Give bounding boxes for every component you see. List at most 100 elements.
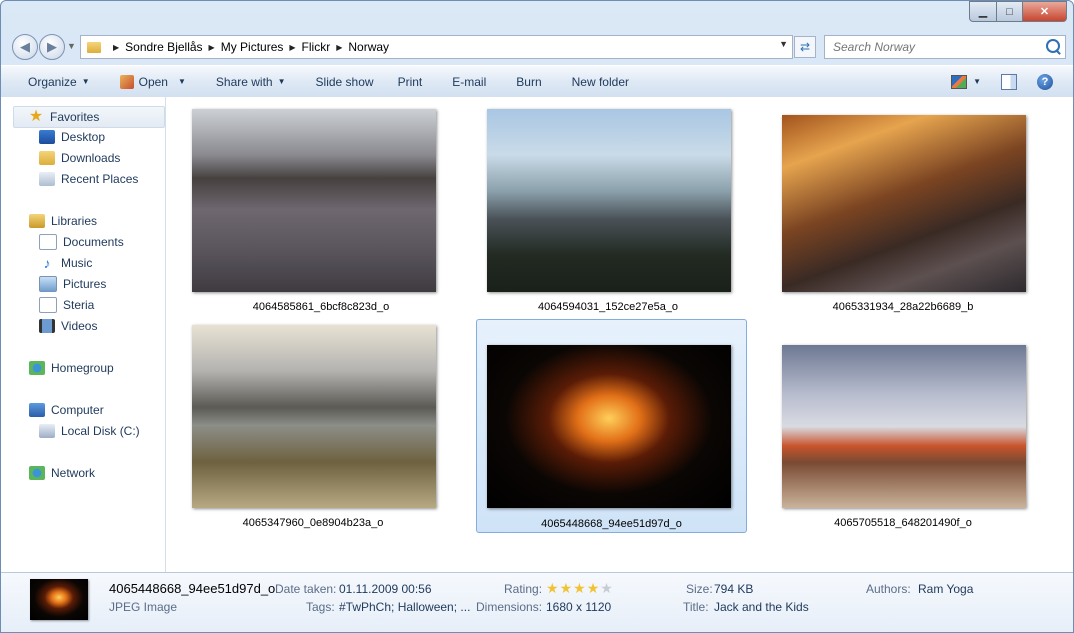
address-dropdown[interactable]: ▼	[779, 39, 788, 49]
nav-label: Steria	[63, 298, 95, 312]
rating-label: Rating:	[504, 582, 543, 596]
nav-item-network[interactable]: Network	[29, 463, 95, 483]
minimize-button[interactable]: ▁	[969, 1, 997, 22]
command-bar: Organize ▼ Open ▼ Share with ▼ Slide show P…	[1, 65, 1073, 98]
rating-star-icon[interactable]: ★	[546, 581, 559, 595]
nav-item-steria[interactable]: Steria	[39, 295, 94, 315]
nav-item-libraries[interactable]: Libraries	[29, 211, 97, 231]
email-button[interactable]: E-mail	[434, 70, 498, 94]
tags-label: Tags:	[306, 600, 335, 614]
hard-disk-icon	[39, 424, 55, 438]
share-with-button[interactable]: Share with ▼	[198, 70, 298, 94]
address-bar[interactable]: ▶ Sondre Bjellås ▶ My Pictures ▶ Flickr ▶ No…	[80, 35, 793, 59]
search-input[interactable]	[831, 39, 1045, 55]
chevron-right-icon: ▶	[336, 42, 343, 52]
change-view-icon[interactable]	[951, 74, 968, 89]
file-tile[interactable]: 4065705518_648201490f_o	[770, 319, 1036, 533]
refresh-button[interactable]: ⇄	[794, 36, 816, 58]
rating-star-icon[interactable]: ★	[587, 581, 600, 595]
forward-button[interactable]: ▶	[39, 34, 65, 60]
title-value[interactable]: Jack and the Kids	[714, 600, 809, 614]
close-button[interactable]: ✕	[1023, 1, 1067, 22]
chevron-down-icon: ▼	[277, 77, 286, 86]
tags-value[interactable]: #TwPhCh; Halloween; ...	[339, 600, 470, 614]
breadcrumb-norway[interactable]: ▶ Norway	[330, 40, 389, 54]
nav-item-recent-places[interactable]: Recent Places	[39, 169, 138, 189]
address-row: ◀ ▶ ▼ ▶ Sondre Bjellås ▶ My Pictures ▶ Flic…	[1, 31, 1073, 63]
caption-buttons: ▁ □ ✕	[969, 1, 1067, 22]
chevron-down-icon: ▼	[177, 77, 186, 86]
rating-star-icon[interactable]: ★	[600, 581, 613, 595]
maximize-button[interactable]: □	[997, 1, 1023, 22]
search-icon[interactable]	[1046, 39, 1060, 53]
forward-arrow-icon: ▶	[47, 39, 57, 54]
file-tile[interactable]: 4064585861_6bcf8c823d_o	[180, 103, 462, 317]
nav-item-music[interactable]: ♪ Music	[39, 253, 93, 273]
help-icon[interactable]: ?	[1037, 73, 1053, 90]
chevron-down-icon[interactable]: ▼	[973, 77, 981, 86]
nav-item-local-disk[interactable]: Local Disk (C:)	[39, 421, 140, 441]
homegroup-icon	[29, 361, 45, 375]
title-label: Title:	[683, 600, 709, 614]
rating-star-icon[interactable]: ★	[573, 581, 586, 595]
share-with-label: Share with	[215, 74, 273, 89]
file-thumbnail	[487, 345, 731, 508]
nav-item-desktop[interactable]: Desktop	[39, 127, 105, 147]
open-label: Open	[138, 74, 168, 89]
nav-item-videos[interactable]: Videos	[39, 316, 97, 336]
new-folder-button[interactable]: New folder	[554, 70, 641, 94]
star-icon: ★	[28, 108, 44, 125]
nav-item-favorites[interactable]: ★ Favorites	[13, 106, 165, 128]
breadcrumb-label: Flickr	[301, 40, 331, 54]
organize-button[interactable]: Organize ▼	[1, 70, 102, 94]
chevron-right-icon: ▶	[113, 42, 120, 52]
print-button[interactable]: Print	[386, 70, 435, 94]
slide-show-button[interactable]: Slide show	[298, 70, 386, 94]
authors-label: Authors:	[866, 582, 911, 596]
breadcrumb-sondre[interactable]: ▶ Sondre Bjellås	[107, 40, 203, 54]
nav-item-homegroup[interactable]: Homegroup	[29, 358, 114, 378]
pictures-icon	[39, 276, 57, 292]
nav-item-pictures[interactable]: Pictures	[39, 274, 106, 294]
rating-stars[interactable]: ★ ★ ★ ★ ★	[546, 581, 614, 595]
nav-label: Recent Places	[61, 172, 139, 186]
authors-value[interactable]: Ram Yoga	[918, 582, 973, 596]
nav-label: Favorites	[50, 110, 100, 124]
file-tile-selected[interactable]: 4065448668_94ee51d97d_o	[476, 319, 747, 533]
details-thumbnail	[30, 579, 88, 620]
rating-star-icon[interactable]: ★	[560, 581, 573, 595]
file-tile[interactable]: 4065331934_28a22b6689_b	[770, 103, 1036, 317]
file-tile[interactable]: 4064594031_152ce27e5a_o	[475, 103, 741, 317]
file-thumbnail	[192, 109, 436, 292]
chevron-down-icon: ▼	[81, 77, 90, 86]
nav-item-documents[interactable]: Documents	[39, 232, 124, 252]
music-note-icon: ♪	[43, 255, 51, 271]
details-file-type: JPEG Image	[109, 600, 178, 614]
breadcrumb-label: Sondre Bjellås	[125, 40, 203, 54]
file-list: 4064585861_6bcf8c823d_o 4064594031_152ce…	[166, 97, 1073, 572]
chevron-right-icon: ▶	[289, 42, 296, 52]
preview-pane-icon[interactable]	[1001, 73, 1017, 90]
file-tile[interactable]: 4065347960_0e8904b23a_o	[180, 319, 446, 533]
open-button[interactable]: Open ▼	[102, 70, 198, 94]
search-box[interactable]	[824, 35, 1066, 59]
organize-label: Organize	[28, 74, 77, 89]
date-taken-label: Date taken:	[275, 582, 337, 596]
breadcrumb-my-pictures[interactable]: ▶ My Pictures	[203, 40, 284, 54]
nav-item-downloads[interactable]: Downloads	[39, 148, 120, 168]
nav-item-computer[interactable]: Computer	[29, 400, 104, 420]
nav-label: Pictures	[63, 277, 107, 291]
nav-label: Music	[61, 256, 93, 270]
date-taken-value[interactable]: 01.11.2009 00:56	[339, 582, 432, 596]
recent-pages-dropdown[interactable]: ▼	[67, 41, 76, 51]
burn-button[interactable]: Burn	[498, 70, 553, 94]
network-icon	[29, 466, 45, 480]
breadcrumb-label: Norway	[348, 40, 390, 54]
breadcrumb-flickr[interactable]: ▶ Flickr	[283, 40, 330, 54]
refresh-icon: ⇄	[799, 40, 811, 54]
back-button[interactable]: ◀	[12, 34, 38, 60]
nav-label: Libraries	[51, 214, 98, 228]
nav-label: Documents	[63, 235, 124, 249]
libraries-icon	[29, 214, 45, 228]
file-name: 4064585861_6bcf8c823d_o	[252, 301, 390, 313]
